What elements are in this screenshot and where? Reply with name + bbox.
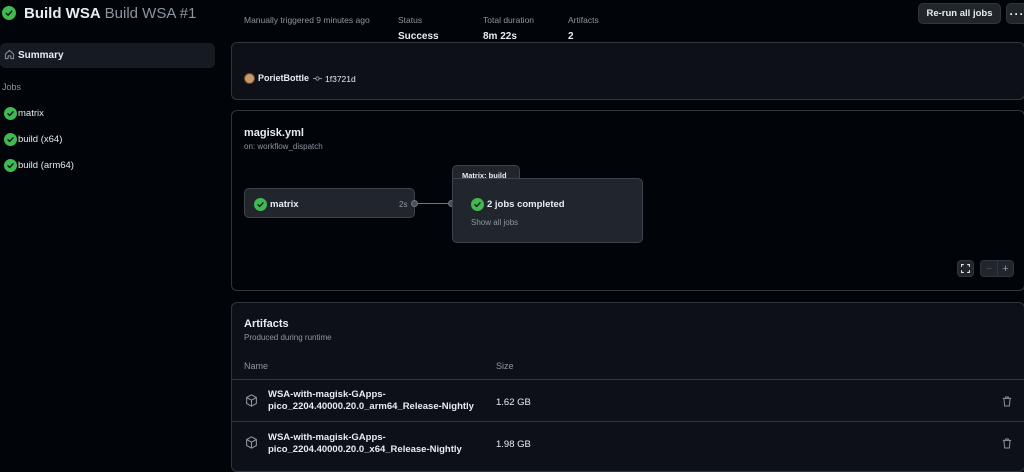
sidebar-item-job-matrix[interactable]: matrix: [0, 103, 215, 123]
status-label: Status: [398, 15, 423, 25]
artifact-name-line: WSA-with-magisk-GApps-: [268, 389, 386, 400]
column-header-size: Size: [496, 361, 514, 371]
success-icon: [254, 198, 267, 211]
sidebar-item-job-build-x64[interactable]: build (x64): [0, 129, 215, 149]
row-divider: [232, 421, 1024, 422]
graph-matrix-build[interactable]: [452, 178, 643, 243]
success-icon: [471, 198, 484, 211]
workflow-name: Build WSA: [24, 5, 101, 22]
artifact-size: 1.98 GB: [496, 439, 531, 450]
commit-icon: [313, 76, 322, 81]
graph-job-label: matrix: [270, 199, 299, 210]
avatar[interactable]: [244, 73, 255, 84]
trash-icon[interactable]: [1002, 396, 1012, 407]
jobs-heading: Jobs: [2, 82, 22, 92]
success-icon: [4, 133, 17, 146]
artifact-size: 1.62 GB: [496, 397, 531, 408]
artifact-name-line: pico_2204.40000.20.0_arm64_Release-Night…: [268, 401, 474, 412]
success-icon: [4, 159, 17, 172]
artifact-download-link[interactable]: WSA-with-magisk-GApps- pico_2204.40000.2…: [268, 389, 488, 413]
zoom-out-button[interactable]: −: [981, 261, 998, 276]
trigger-label: Manually triggered 9 minutes ago: [244, 15, 370, 25]
sidebar-item-label: build (x64): [18, 134, 63, 145]
column-header-name: Name: [244, 361, 269, 371]
artifacts-count-value: 2: [568, 31, 574, 42]
workflow-trigger: on: workflow_dispatch: [244, 142, 323, 151]
duration-label: Total duration: [483, 15, 535, 25]
zoom-controls: − +: [980, 260, 1014, 277]
more-options-button[interactable]: ···: [1006, 3, 1024, 24]
home-icon: [4, 49, 15, 60]
sidebar-item-summary[interactable]: Summary: [0, 43, 215, 68]
sidebar-item-label: build (arm64): [18, 160, 74, 171]
run-summary-panel: [231, 42, 1024, 100]
status-value: Success: [398, 31, 439, 42]
package-icon: [246, 436, 257, 449]
actor-link[interactable]: PorietBottle: [258, 73, 309, 83]
commit-sha-link[interactable]: 1f3721d: [325, 74, 356, 84]
sidebar-item-label: matrix: [18, 108, 44, 119]
artifact-name-line: WSA-with-magisk-GApps-: [268, 432, 386, 443]
matrix-completed-label: 2 jobs completed: [487, 199, 565, 210]
run-success-icon: [2, 6, 16, 20]
fullscreen-icon: [961, 264, 970, 273]
graph-job-matrix[interactable]: matrix 2s: [244, 188, 415, 218]
fullscreen-button[interactable]: [957, 260, 974, 277]
package-icon: [246, 394, 257, 407]
run-name: Build WSA #1: [104, 5, 197, 22]
sidebar-item-label: Summary: [18, 50, 64, 61]
matrix-label: Matrix: build: [462, 171, 507, 180]
trash-icon[interactable]: [1002, 438, 1012, 449]
sidebar-item-job-build-arm64[interactable]: build (arm64): [0, 155, 215, 175]
success-icon: [4, 107, 17, 120]
zoom-in-button[interactable]: +: [997, 261, 1014, 276]
workflow-file-name: magisk.yml: [244, 127, 304, 139]
show-all-jobs-link[interactable]: Show all jobs: [471, 218, 518, 227]
rerun-all-jobs-button[interactable]: Re-run all jobs: [918, 3, 1001, 24]
duration-value: 8m 22s: [483, 31, 517, 42]
page-title: Build WSA Build WSA #1: [24, 5, 196, 22]
artifact-download-link[interactable]: WSA-with-magisk-GApps- pico_2204.40000.2…: [268, 432, 488, 456]
artifact-name-line: pico_2204.40000.20.0_x64_Release-Nightly: [268, 444, 462, 455]
artifacts-subtitle: Produced during runtime: [244, 333, 332, 342]
artifacts-count-label: Artifacts: [568, 15, 599, 25]
graph-job-duration: 2s: [399, 200, 408, 209]
artifacts-title: Artifacts: [244, 318, 289, 330]
graph-connector: [417, 203, 450, 204]
row-divider: [232, 379, 1024, 380]
